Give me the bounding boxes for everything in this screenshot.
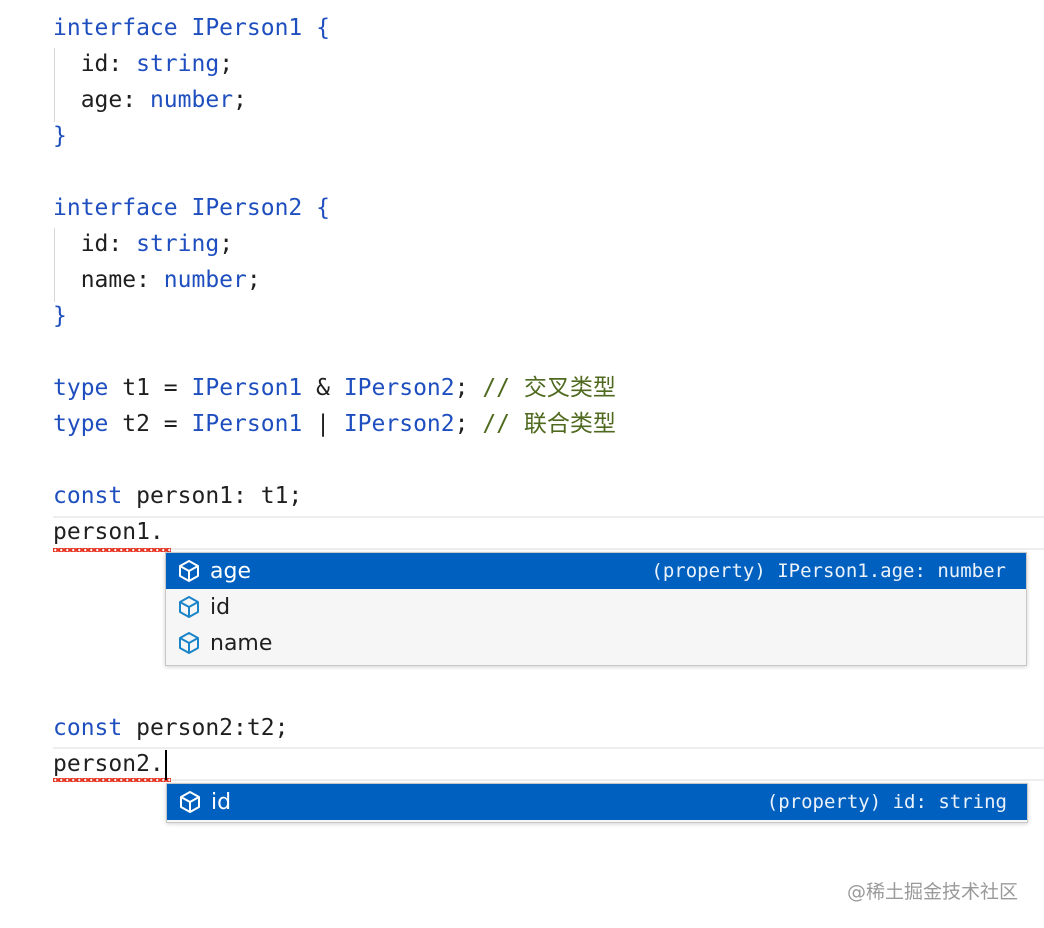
code-token: name <box>53 267 137 293</box>
code-token: { <box>302 15 330 41</box>
code-token: string <box>136 51 220 77</box>
code-token: type <box>53 375 123 401</box>
suggest-item-name[interactable]: name <box>166 625 1026 661</box>
suggest-item-detail: (property) IPerson1.age: number <box>651 560 1006 582</box>
code-token: ; <box>219 231 234 257</box>
code-token: const <box>53 483 137 509</box>
suggest-item-age[interactable]: age (property) IPerson1.age: number <box>166 553 1026 589</box>
suggest-item-id[interactable]: id (property) id: string <box>167 784 1027 820</box>
code-token: person1. <box>53 519 164 545</box>
code-token: type <box>53 411 123 437</box>
error-squiggle <box>53 548 171 552</box>
code-line[interactable]: type t1 = IPerson1 & IPerson2; // 交叉类型 <box>53 370 616 406</box>
suggest-widget-person2[interactable]: id (property) id: string <box>166 783 1028 823</box>
code-line[interactable]: type t2 = IPerson1 | IPerson2; // 联合类型 <box>53 406 616 442</box>
code-token: age <box>53 87 123 113</box>
code-token: IPerson2 <box>343 375 455 401</box>
suggest-item-label: name <box>210 630 273 656</box>
code-line[interactable] <box>53 334 616 370</box>
code-token: number <box>163 267 247 293</box>
code-token: ; <box>246 267 261 293</box>
code-token: string <box>136 231 220 257</box>
code-token: IPerson1 <box>191 15 303 41</box>
code-token: person2. <box>53 751 164 777</box>
code-line[interactable]: const person1: t1; <box>53 478 616 514</box>
suggest-item-label: id <box>211 789 232 815</box>
code-token: IPerson1 <box>191 411 303 437</box>
code-token: // 联合类型 <box>482 411 616 437</box>
code-token: { <box>302 195 330 221</box>
text-caret <box>165 750 167 780</box>
code-token: | <box>302 411 344 437</box>
code-token: interface <box>53 195 192 221</box>
code-line[interactable]: } <box>53 118 616 154</box>
property-cube-icon <box>175 787 205 817</box>
suggest-item-label: id <box>210 594 231 620</box>
code-token: : <box>108 51 137 77</box>
code-token: } <box>53 123 67 149</box>
property-cube-icon <box>174 556 204 586</box>
code-token: person2:t2; <box>136 715 289 741</box>
code-token: t2 = <box>122 411 192 437</box>
code-line[interactable]: name: number; <box>53 262 616 298</box>
code-token: : <box>108 231 137 257</box>
code-token: ; <box>219 51 234 77</box>
code-token: t1 = <box>122 375 192 401</box>
code-token: number <box>149 87 234 113</box>
code-line[interactable]: age: number; <box>53 82 616 118</box>
watermark: @稀土掘金技术社区 <box>846 881 1018 903</box>
code-token: ; <box>454 375 483 401</box>
code-token: & <box>302 375 344 401</box>
code-token: } <box>53 303 67 329</box>
code-editor-block-bottom[interactable]: const person2:t2; person2. <box>53 710 288 782</box>
code-line[interactable]: const person2:t2; <box>53 710 288 746</box>
code-token: ; <box>233 87 247 113</box>
suggest-item-label: age <box>210 558 251 584</box>
error-squiggle <box>53 778 171 782</box>
code-token: IPerson2 <box>191 195 303 221</box>
suggest-widget-person1[interactable]: age (property) IPerson1.age: number id name <box>165 552 1027 666</box>
code-line[interactable]: interface IPerson1 { <box>53 10 616 46</box>
code-token: : <box>122 87 150 113</box>
code-token: IPerson1 <box>191 375 303 401</box>
code-token: interface <box>53 15 192 41</box>
code-token: ; <box>454 411 483 437</box>
code-line[interactable]: person1. <box>53 514 616 550</box>
suggest-item-detail: (property) id: string <box>766 791 1007 813</box>
code-token: IPerson2 <box>343 411 455 437</box>
code-line[interactable]: interface IPerson2 { <box>53 190 616 226</box>
code-editor-block-top[interactable]: interface IPerson1 { id: string; age: nu… <box>53 10 616 550</box>
code-token: id <box>53 231 109 257</box>
code-line[interactable] <box>53 154 616 190</box>
code-token: const <box>53 715 137 741</box>
code-line[interactable]: id: string; <box>53 226 616 262</box>
code-line[interactable]: person2. <box>53 746 288 782</box>
code-token: // 交叉类型 <box>482 375 616 401</box>
property-cube-icon <box>174 628 204 658</box>
code-line[interactable] <box>53 442 616 478</box>
code-token: : <box>136 267 164 293</box>
property-cube-icon <box>174 592 204 622</box>
suggest-item-id[interactable]: id <box>166 589 1026 625</box>
code-token: person1: t1; <box>136 483 303 509</box>
code-token: id <box>53 51 109 77</box>
code-line[interactable]: } <box>53 298 616 334</box>
code-line[interactable]: id: string; <box>53 46 616 82</box>
